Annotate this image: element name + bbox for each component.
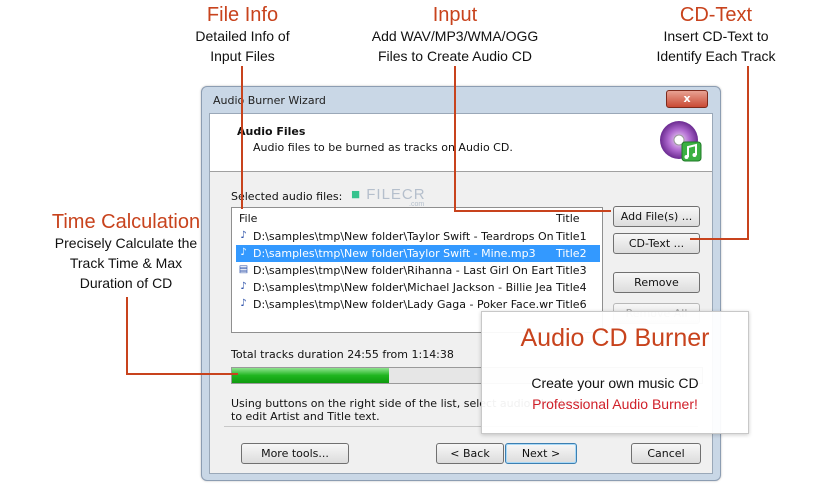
file-path: D:\samples\tmp\New folder\Lady Gaga - Po…: [253, 298, 553, 311]
callout-cd-text: CD-Text Insert CD-Text to Identify Each …: [636, 4, 796, 66]
duration-label: Total tracks duration 24:55 from 1:14:38: [231, 348, 454, 361]
track-title: Title2: [556, 247, 587, 260]
progress-fill: [232, 368, 390, 383]
file-row[interactable]: ♪ D:\samples\tmp\New folder\Michael Jacks…: [236, 279, 600, 296]
callout-title: Input: [432, 4, 478, 26]
file-path: D:\samples\tmp\New folder\Taylor Swift -…: [253, 247, 536, 260]
column-header-file[interactable]: File: [239, 212, 257, 225]
track-title: Title3: [556, 264, 587, 277]
window-title: Audio Burner Wizard: [213, 94, 326, 107]
music-note-icon: ♪: [240, 281, 247, 292]
callout-desc: Files to Create Audio CD: [377, 48, 533, 64]
audio-cd-icon: [660, 121, 702, 162]
file-row[interactable]: ♪ D:\samples\tmp\New folder\Taylor Swift …: [236, 245, 600, 262]
track-title: Title1: [556, 230, 587, 243]
window-titlebar: Audio Burner Wizard x: [202, 87, 720, 113]
callout-desc: Track Time & Max: [69, 255, 183, 271]
promo-line1: Create your own music CD: [531, 375, 699, 391]
add-files-button[interactable]: Add File(s) ...: [613, 206, 700, 227]
promo-title: Audio CD Burner: [520, 324, 710, 352]
cd-text-button[interactable]: CD-Text ...: [613, 233, 700, 254]
page-subtitle: Audio files to be burned as tracks on Au…: [253, 141, 513, 154]
selected-files-label: Selected audio files:: [231, 190, 343, 203]
callout-desc: Add WAV/MP3/WMA/OGG: [371, 28, 539, 44]
callout-input: Input Add WAV/MP3/WMA/OGG Files to Creat…: [345, 4, 565, 66]
music-note-icon: ♪: [240, 298, 247, 309]
file-row[interactable]: ♪ D:\samples\tmp\New folder\Taylor Swift …: [236, 228, 600, 245]
wizard-header: Audio Files Audio files to be burned as …: [210, 114, 712, 172]
callout-title: CD-Text: [679, 4, 753, 26]
callout-file-info: File Info Detailed Info of Input Files: [170, 4, 315, 66]
callout-time-calculation: Time Calculation Precisely Calculate the…: [44, 211, 208, 293]
back-button[interactable]: < Back: [436, 443, 504, 464]
next-button[interactable]: Next >: [505, 443, 577, 464]
page-title: Audio Files: [237, 125, 306, 138]
callout-desc: Detailed Info of: [195, 28, 290, 44]
track-title: Title4: [556, 281, 587, 294]
more-tools-button[interactable]: More tools...: [241, 443, 349, 464]
promo-overlay: Audio CD Burner Create your own music CD…: [481, 311, 749, 434]
callout-title: File Info: [206, 4, 279, 26]
close-button[interactable]: x: [666, 90, 708, 108]
remove-button[interactable]: Remove: [613, 272, 700, 293]
file-row[interactable]: ▤ D:\samples\tmp\New folder\Rihanna - Las…: [236, 262, 600, 279]
callout-desc: Duration of CD: [79, 275, 173, 291]
watermark-sub: .com: [409, 201, 425, 208]
watermark: ■ FILECR .com: [351, 186, 426, 208]
callout-desc: Identify Each Track: [656, 48, 776, 64]
audio-file-icon: ▤: [238, 264, 249, 275]
promo-line2: Professional Audio Burner!: [532, 396, 698, 412]
watermark-logo-icon: ■: [351, 186, 367, 203]
callout-desc: Input Files: [210, 48, 275, 64]
cancel-button[interactable]: Cancel: [631, 443, 701, 464]
track-title: Title6: [556, 298, 587, 311]
hint-text-line2: to edit Artist and Title text.: [231, 410, 380, 423]
file-path: D:\samples\tmp\New folder\Rihanna - Last…: [253, 264, 553, 277]
callout-desc: Precisely Calculate the: [54, 235, 198, 251]
callout-title: Time Calculation: [51, 211, 201, 233]
column-header-title[interactable]: Title: [556, 212, 580, 225]
callout-desc: Insert CD-Text to: [663, 28, 769, 44]
music-note-icon: ♪: [240, 247, 247, 258]
file-path: D:\samples\tmp\New folder\Michael Jackso…: [253, 281, 553, 294]
music-note-icon: ♪: [240, 230, 247, 241]
file-path: D:\samples\tmp\New folder\Taylor Swift -…: [253, 230, 553, 243]
